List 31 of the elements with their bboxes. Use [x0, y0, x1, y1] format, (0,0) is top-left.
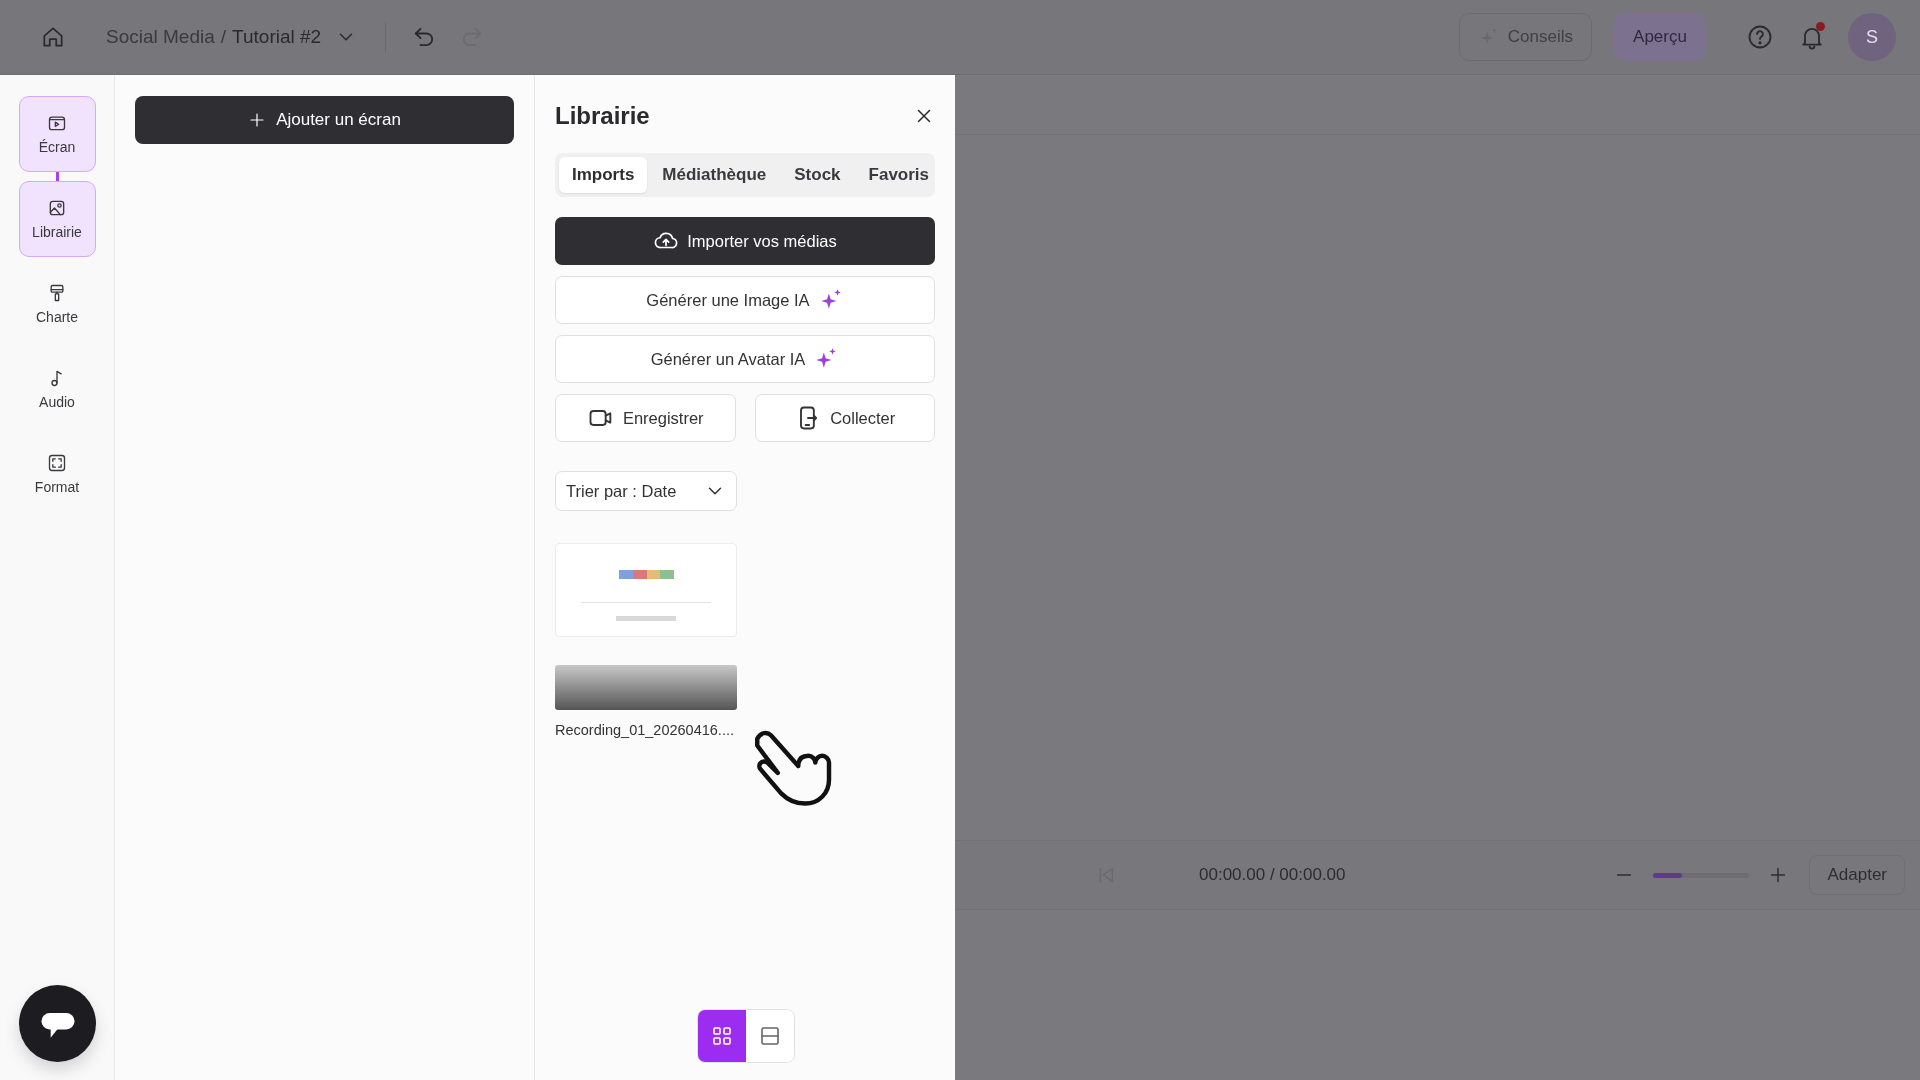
image-icon [47, 198, 67, 218]
time-display: 00:00.00 / 00:00.00 [1199, 865, 1346, 885]
sort-dropdown[interactable]: Trier par : Date [555, 471, 737, 511]
breadcrumb-separator: / [220, 26, 227, 48]
record-button[interactable]: Enregistrer [555, 394, 736, 442]
video-thumbnail[interactable] [555, 665, 737, 710]
sidebar-item[interactable]: Écran [18, 96, 96, 172]
help-icon[interactable] [1746, 23, 1774, 51]
import-button[interactable]: Importer vos médias [555, 217, 935, 265]
panel-title: Librairie [555, 102, 650, 130]
sidebar-item[interactable]: Audio [18, 351, 96, 427]
sidebar-item[interactable]: Format [18, 436, 96, 512]
media-name[interactable]: Recording_01_20260416.... [555, 722, 935, 738]
user-avatar[interactable]: S [1848, 13, 1896, 61]
collect-button[interactable]: Collecter [754, 394, 935, 442]
rows-icon [758, 1024, 782, 1048]
grid-icon [710, 1024, 734, 1048]
tab[interactable]: Favoris [855, 157, 943, 193]
image-thumbnail[interactable] [555, 543, 737, 637]
chat-button[interactable] [19, 985, 96, 1062]
zoom-slider[interactable] [1653, 872, 1750, 878]
resize-frame-icon [47, 453, 67, 473]
tab[interactable]: Imports [559, 157, 648, 193]
generate-button[interactable]: Générer un Avatar IA [555, 335, 935, 383]
sidebar-item[interactable]: Charte [18, 266, 96, 342]
tab[interactable]: Médiathèque [649, 157, 780, 193]
generate-button[interactable]: Générer une Image IA [555, 276, 935, 324]
tab[interactable]: Stock [781, 157, 854, 193]
grid-view-button[interactable] [698, 1010, 746, 1062]
sidebar-item[interactable]: Librairie [18, 181, 96, 257]
add-screen-button[interactable]: Ajouter un écran [135, 96, 514, 144]
